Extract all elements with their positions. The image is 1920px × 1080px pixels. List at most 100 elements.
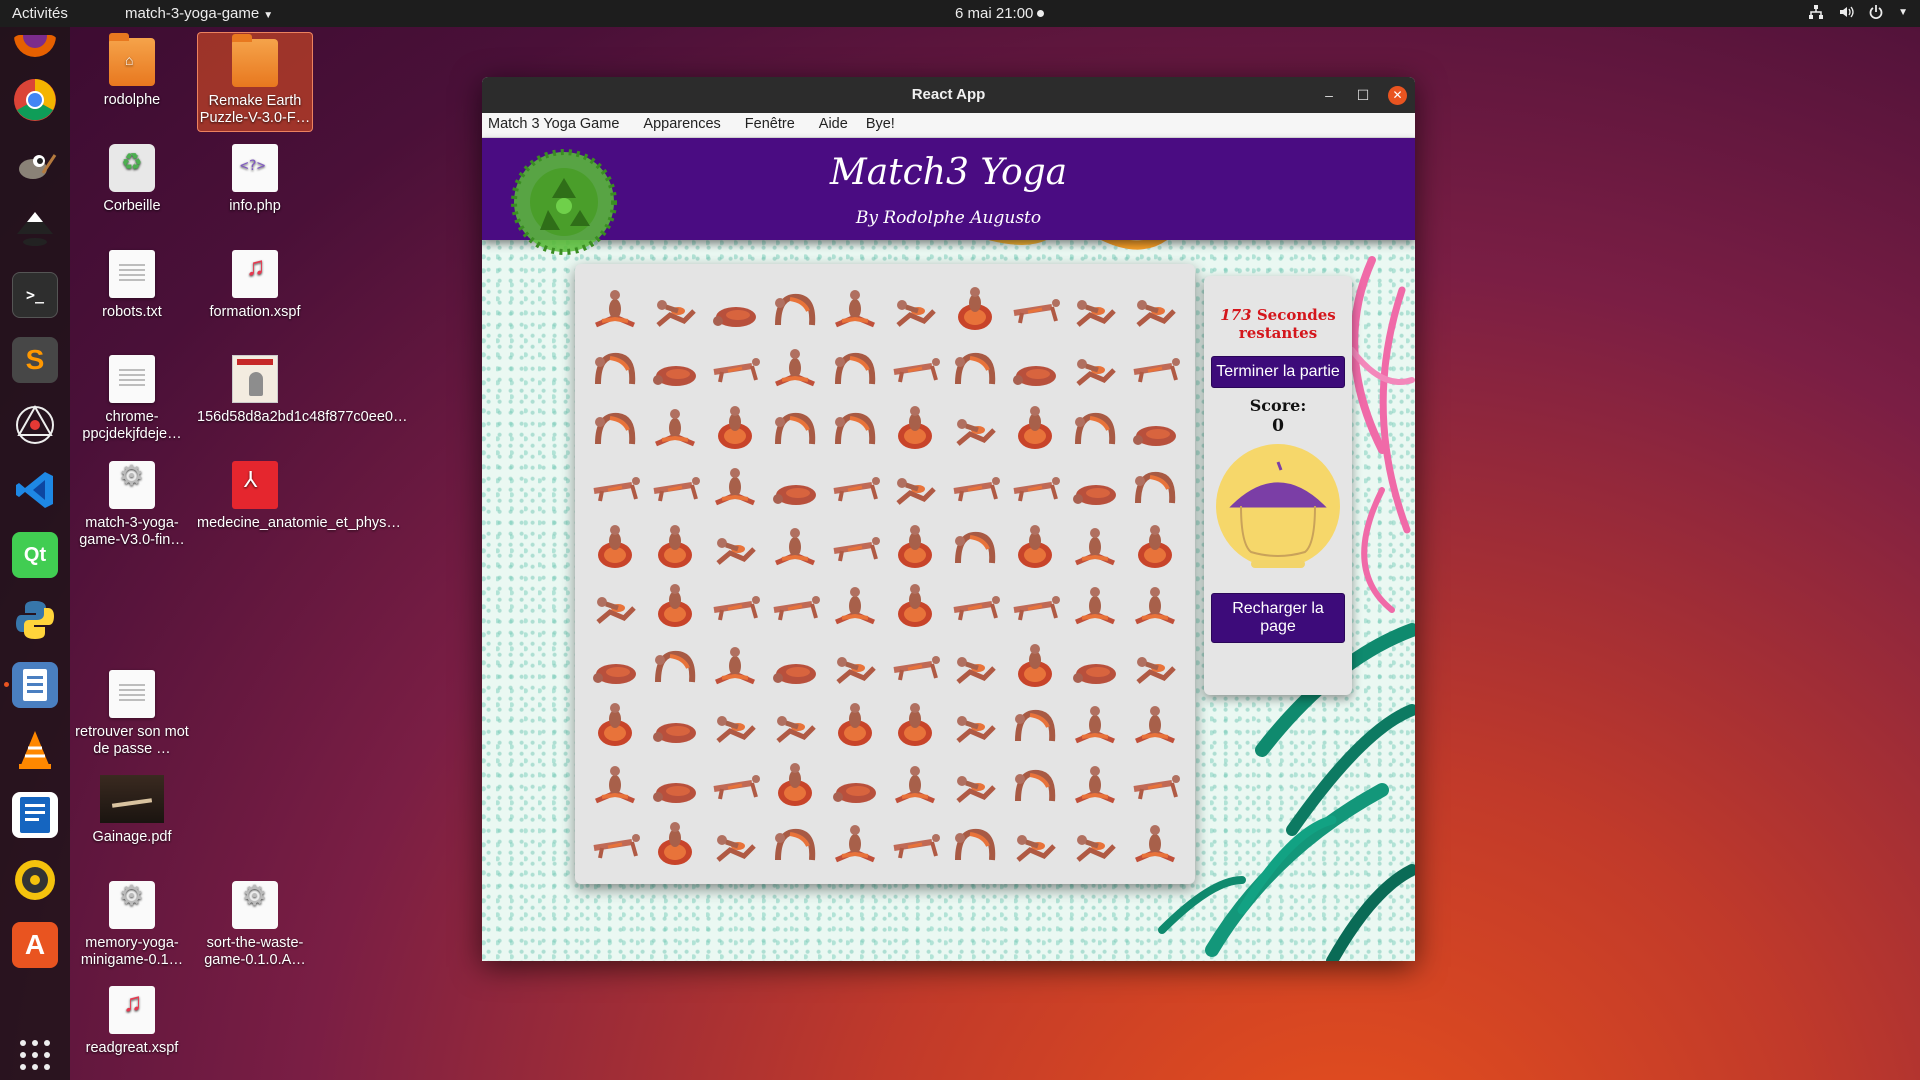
yoga-tile-wheel[interactable] — [945, 812, 1005, 872]
yoga-tile-lunge[interactable] — [705, 812, 765, 872]
yoga-tile-lunge[interactable] — [885, 455, 945, 515]
close-icon[interactable]: ✕ — [1388, 86, 1407, 105]
yoga-tile-wheel[interactable] — [1005, 693, 1065, 753]
yoga-tile-wheel[interactable] — [1005, 752, 1065, 812]
network-icon[interactable] — [1808, 4, 1824, 20]
yoga-tile-wheel[interactable] — [765, 812, 825, 872]
gimp-icon[interactable] — [12, 142, 58, 188]
desktop-icon-memory-yoga[interactable]: ⚙ memory-yoga-minigame-0.1… — [74, 881, 190, 969]
yoga-tile-lunge[interactable] — [945, 693, 1005, 753]
yoga-tile-lotus[interactable] — [765, 752, 825, 812]
desktop-icon-info-php[interactable]: <?> info.php — [197, 144, 313, 215]
yoga-tile-lotus[interactable] — [885, 514, 945, 574]
yoga-tile-plank[interactable] — [825, 514, 885, 574]
yoga-tile-lotus[interactable] — [1005, 633, 1065, 693]
menu-fenetre[interactable]: Fenêtre — [733, 113, 807, 137]
yoga-tile-lotus[interactable] — [1125, 514, 1185, 574]
desktop-icon-remake-earth-puzzle[interactable]: Remake Earth Puzzle-V-3.0-F… — [197, 32, 313, 132]
yoga-tile-lunge[interactable] — [1125, 633, 1185, 693]
yoga-tile-lunge[interactable] — [1065, 276, 1125, 336]
yoga-tile-wheel[interactable] — [1065, 395, 1125, 455]
yoga-tile-lotus[interactable] — [645, 574, 705, 634]
power-icon[interactable] — [1868, 4, 1884, 20]
yoga-tile-seated[interactable] — [1125, 812, 1185, 872]
terminal-icon[interactable]: >_ — [12, 272, 58, 318]
yoga-tile-lunge[interactable] — [825, 633, 885, 693]
yoga-tile-seated[interactable] — [705, 455, 765, 515]
yoga-tile-plank[interactable] — [765, 574, 825, 634]
yoga-tile-childpose[interactable] — [645, 693, 705, 753]
writer-icon[interactable] — [12, 792, 58, 838]
yoga-tile-plank[interactable] — [945, 455, 1005, 515]
yoga-tile-lotus[interactable] — [1005, 395, 1065, 455]
system-tray[interactable]: ▼ — [1808, 4, 1908, 20]
yoga-tile-plank[interactable] — [1125, 336, 1185, 396]
desktop-icon-formation-xspf[interactable]: ♫ formation.xspf — [197, 250, 313, 321]
vlc-icon[interactable] — [12, 727, 58, 773]
yoga-tile-plank[interactable] — [1005, 276, 1065, 336]
apps-grid-icon[interactable] — [12, 1032, 58, 1078]
yoga-tile-plank[interactable] — [705, 336, 765, 396]
yoga-tile-seated[interactable] — [765, 514, 825, 574]
yoga-tile-lunge[interactable] — [945, 395, 1005, 455]
yoga-tile-lotus[interactable] — [885, 395, 945, 455]
yoga-tile-lotus[interactable] — [585, 693, 645, 753]
yoga-tile-seated[interactable] — [1065, 752, 1125, 812]
yoga-tile-lunge[interactable] — [765, 693, 825, 753]
yoga-tile-wheel[interactable] — [825, 395, 885, 455]
chevron-down-icon[interactable]: ▼ — [1898, 7, 1908, 18]
yoga-tile-wheel[interactable] — [765, 276, 825, 336]
yoga-tile-seated[interactable] — [825, 276, 885, 336]
yoga-tile-lunge[interactable] — [1065, 812, 1125, 872]
yoga-tile-lunge[interactable] — [1065, 336, 1125, 396]
yoga-tile-seated[interactable] — [705, 633, 765, 693]
desktop-icon-robots-txt[interactable]: robots.txt — [74, 250, 190, 321]
yoga-tile-wheel[interactable] — [585, 336, 645, 396]
yoga-tile-childpose[interactable] — [585, 633, 645, 693]
yoga-tile-plank[interactable] — [585, 455, 645, 515]
yoga-tile-lotus[interactable] — [705, 395, 765, 455]
yoga-tile-lunge[interactable] — [1125, 276, 1185, 336]
volume-icon[interactable] — [1838, 4, 1854, 20]
yoga-tile-seated[interactable] — [825, 812, 885, 872]
network-tool-icon[interactable] — [12, 402, 58, 448]
desktop-icon-sort-the-waste[interactable]: ⚙ sort-the-waste-game-0.1.0.A… — [197, 881, 313, 969]
yoga-tile-plank[interactable] — [705, 752, 765, 812]
app-menu[interactable]: match-3-yoga-game ▼ — [125, 5, 273, 22]
yoga-tile-plank[interactable] — [885, 633, 945, 693]
menu-apparences[interactable]: Apparences — [631, 113, 732, 137]
yoga-tile-lotus[interactable] — [885, 574, 945, 634]
yoga-tile-lunge[interactable] — [645, 276, 705, 336]
minimize-icon[interactable]: – — [1319, 77, 1339, 113]
yoga-tile-plank[interactable] — [585, 812, 645, 872]
yoga-tile-seated[interactable] — [1065, 514, 1125, 574]
yoga-tile-lotus[interactable] — [1005, 514, 1065, 574]
sublime-text-icon[interactable]: S — [12, 337, 58, 383]
yoga-tile-lotus[interactable] — [585, 514, 645, 574]
desktop-icon-chrome-file[interactable]: chrome-ppcjdekjfdeje… — [74, 355, 190, 443]
yoga-tile-lunge[interactable] — [1005, 812, 1065, 872]
vscode-icon[interactable] — [12, 467, 58, 513]
yoga-tile-lotus[interactable] — [945, 276, 1005, 336]
yoga-tile-childpose[interactable] — [1065, 633, 1125, 693]
yoga-tile-plank[interactable] — [885, 336, 945, 396]
menu-bye[interactable]: Bye! — [860, 113, 907, 137]
desktop-icon-image-file[interactable]: 156d58d8a2bd1c48f877c0ee0… — [197, 355, 407, 426]
yoga-tile-lotus[interactable] — [645, 514, 705, 574]
python-icon[interactable] — [12, 597, 58, 643]
maximize-icon[interactable]: ☐ — [1353, 77, 1373, 113]
yoga-tile-wheel[interactable] — [585, 395, 645, 455]
yoga-tile-plank[interactable] — [885, 812, 945, 872]
yoga-tile-plank[interactable] — [945, 574, 1005, 634]
desktop-icon-medecine-pdf[interactable]: ⅄ medecine_anatomie_et_phys… — [197, 461, 401, 532]
yoga-tile-wheel[interactable] — [825, 336, 885, 396]
yoga-tile-seated[interactable] — [585, 276, 645, 336]
yoga-tile-seated[interactable] — [585, 752, 645, 812]
yoga-tile-wheel[interactable] — [765, 395, 825, 455]
files-icon[interactable] — [4, 662, 58, 708]
yoga-tile-seated[interactable] — [765, 336, 825, 396]
clock[interactable]: 6 mai 21:00 — [955, 5, 1045, 22]
yoga-tile-lunge[interactable] — [585, 574, 645, 634]
chrome-icon[interactable] — [12, 77, 58, 123]
yoga-tile-plank[interactable] — [1005, 455, 1065, 515]
